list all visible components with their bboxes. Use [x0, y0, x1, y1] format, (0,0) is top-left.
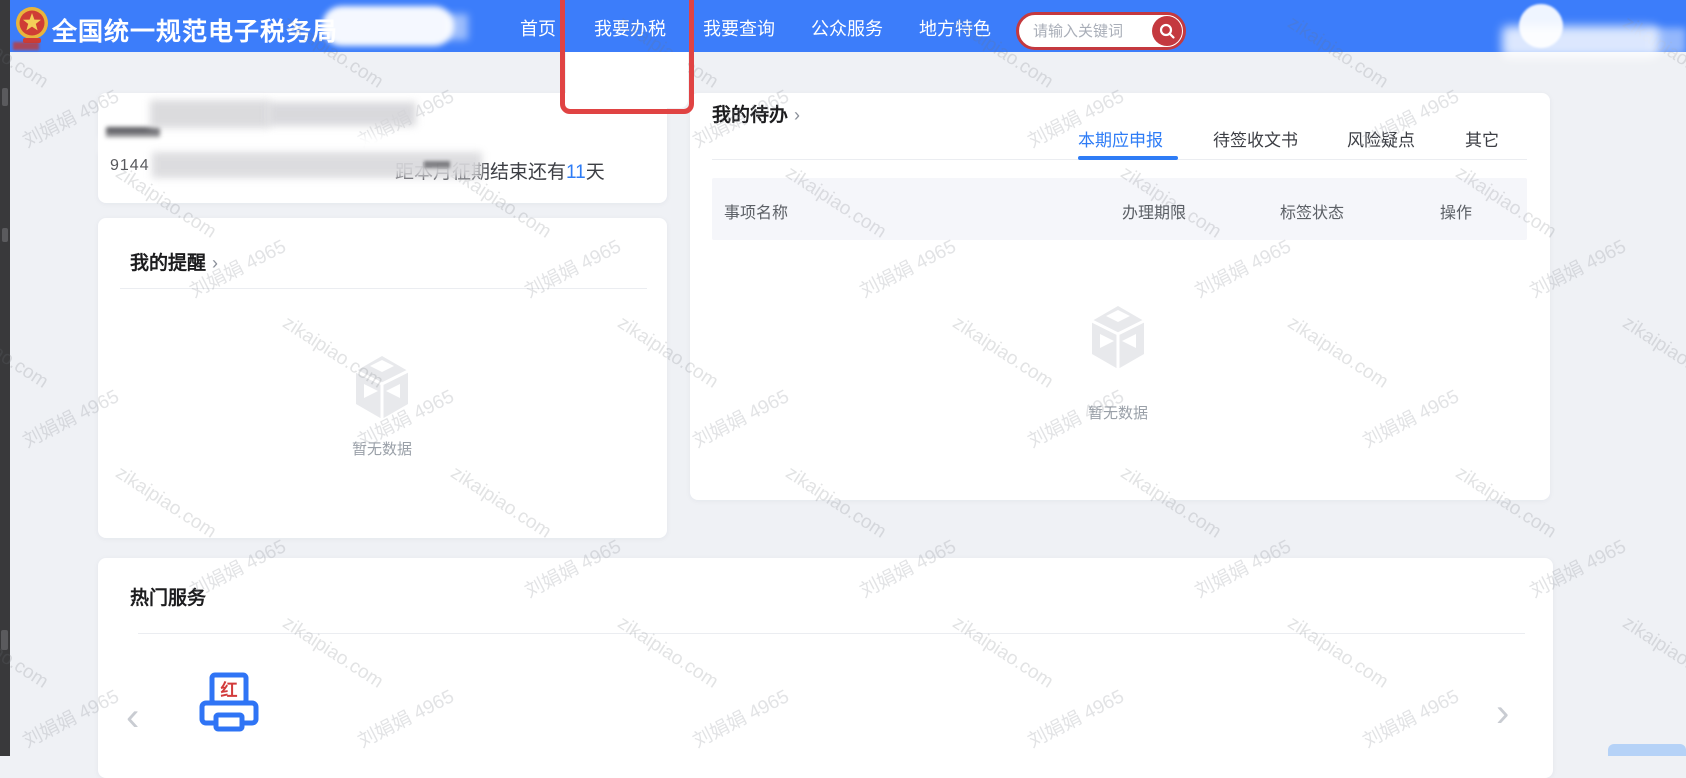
col-deadline: 办理期限 [1122, 199, 1186, 223]
tab-current-filings[interactable]: 本期应申报 [1078, 126, 1163, 151]
hot-services-divider [138, 633, 1525, 634]
hot-services-card [98, 558, 1553, 778]
empty-box-icon [352, 356, 412, 424]
nav-item-local-features[interactable]: 地方特色 [919, 15, 991, 41]
todo-card [690, 93, 1550, 500]
hot-services-title-text: 热门服务 [130, 588, 206, 609]
nav-item-tax-handling[interactable]: 我要办税 [594, 15, 666, 41]
todo-title[interactable]: 我的待办 › [712, 100, 800, 127]
carousel-prev-button[interactable]: ‹ [126, 702, 139, 732]
hot-services-title: 热门服务 [130, 583, 206, 610]
tab-risk-issues[interactable]: 风险疑点 [1347, 126, 1415, 151]
search-box[interactable] [1016, 12, 1186, 50]
tab-documents-to-sign[interactable]: 待签收文书 [1213, 126, 1298, 151]
reminders-chevron-icon: › [212, 253, 218, 273]
reminders-empty-text: 暂无数据 [352, 438, 412, 459]
deadline-suffix: 天 [586, 162, 605, 183]
empty-box-icon [1088, 306, 1148, 374]
todo-title-text: 我的待办 [712, 105, 788, 126]
floating-widget-peek[interactable] [1608, 744, 1686, 756]
col-item-name: 事项名称 [724, 199, 788, 223]
nav-item-inquiry[interactable]: 我要查询 [703, 15, 775, 41]
todo-table-header: 事项名称 办理期限 标签状态 操作 [712, 178, 1527, 240]
reminders-title-text: 我的提醒 [130, 253, 206, 274]
deadline-prefix: 距本月征期结束还有 [395, 162, 566, 183]
logo-caption-smudge [13, 42, 39, 50]
nav-item-home[interactable]: 首页 [520, 15, 556, 41]
deadline-days: 11 [566, 162, 586, 183]
red-invoice-printer-icon[interactable]: 红 [198, 672, 260, 738]
todo-empty-text: 暂无数据 [1088, 402, 1148, 423]
filing-deadline-text: 距本月征期结束还有11天 [395, 157, 605, 184]
tab-other[interactable]: 其它 [1465, 126, 1499, 151]
taxpayer-info-card [98, 93, 667, 203]
taxpayer-id-fragment: 9144 [110, 157, 150, 175]
edge-mark-1 [2, 88, 8, 106]
site-title: 全国统一规范电子税务局 [52, 12, 338, 48]
reminders-divider [120, 288, 647, 289]
search-button[interactable] [1152, 16, 1182, 46]
col-actions: 操作 [1440, 199, 1472, 223]
edge-mark-2 [2, 228, 8, 242]
edge-mark-3 [1, 630, 8, 650]
carousel-next-button[interactable]: › [1496, 698, 1509, 728]
active-tab-underline [1078, 156, 1178, 160]
search-input[interactable] [1019, 23, 1131, 40]
reminders-title[interactable]: 我的提醒 › [130, 248, 218, 275]
red-invoice-char: 红 [221, 680, 238, 700]
todo-chevron-icon: › [794, 105, 800, 125]
col-label-status: 标签状态 [1280, 199, 1344, 223]
search-icon [1158, 22, 1176, 40]
nav-item-public-services[interactable]: 公众服务 [811, 15, 883, 41]
